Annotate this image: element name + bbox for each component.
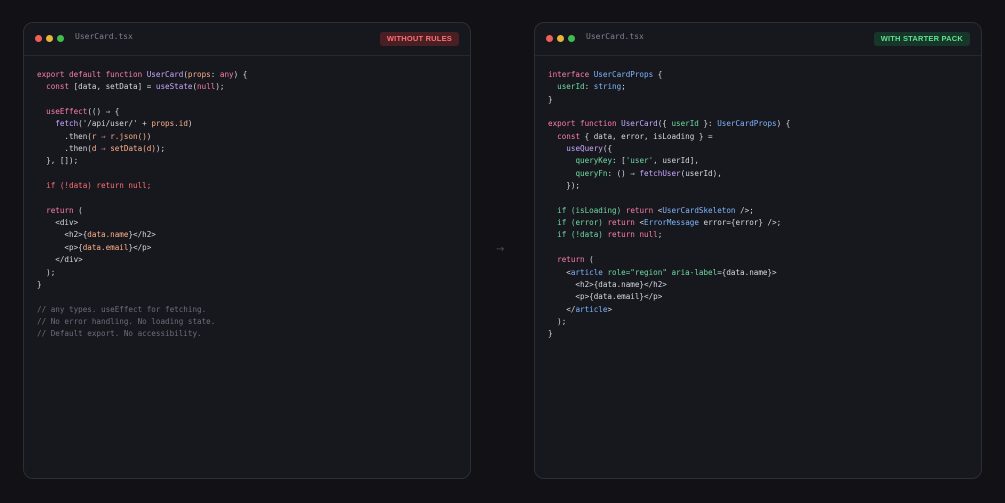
code-line: useQuery({ [566,144,613,154]
code-line: export default function UserCard(props: … [37,70,248,79]
comparison-stage: UserCard.tsx WITHOUT RULES export defaul… [0,0,1005,503]
right-code-block: interface UserCardProps { userId: string… [548,69,973,341]
code-line: </div> [37,255,83,265]
code-comment: // No error handling. No loading state. [37,316,216,326]
code-line: <h2>{data.name}</h2> [37,230,156,240]
minimize-window-icon[interactable] [557,35,564,42]
code-line: queryKey: ['user', userId], [575,156,699,166]
code-line: userId: string; [557,82,626,92]
left-titlebar: UserCard.tsx WITHOUT RULES [24,23,470,56]
with-starter-pack-badge: WITH STARTER PACK [873,32,970,46]
code-line: }); [548,181,581,191]
close-window-icon[interactable] [35,35,42,42]
code-line: queryFn: () ⇒ fetchUser(userId), [575,168,722,178]
code-line: <article role="region" aria-label={data.… [548,267,777,277]
code-line: fetch('/api/user/' + props.id) [55,119,193,129]
code-line: <p>{data.email}</p> [37,242,152,252]
without-rules-badge: WITHOUT RULES [379,32,459,46]
right-filename: UserCard.tsx [586,32,644,41]
maximize-window-icon[interactable] [568,35,575,42]
code-line: if (error) return <ErrorMessage error={e… [557,218,782,228]
code-line: if (isLoading) return <UserCardSkeleton … [557,205,754,215]
close-window-icon[interactable] [546,35,553,42]
code-line: ); [548,316,567,326]
code-line: const { data, error, isLoading } = [557,131,713,141]
left-code-block: export default function UserCard(props: … [37,69,462,341]
code-line: if (!data) return null; [37,181,152,191]
code-line: export function UserCard({ userId }: Use… [548,119,791,129]
code-line: .then(r ⇒ r.json()) [37,131,152,141]
code-line: return ( [46,205,83,215]
code-line: } [548,94,553,104]
maximize-window-icon[interactable] [57,35,64,42]
code-line: <p>{data.email}</p> [548,292,663,302]
code-line: </article> [548,304,613,314]
code-line: useEffect(() ⇒ { [46,107,120,117]
code-line: const [data, setData] = useState(null); [46,82,225,92]
code-line: }, []); [37,156,79,166]
code-line: <h2>{data.name}</h2> [548,279,667,289]
code-line: interface UserCardProps { [548,70,663,79]
right-titlebar: UserCard.tsx WITH STARTER PACK [535,23,981,56]
code-comment: // Default export. No accessibility. [37,329,202,339]
code-line: } [37,279,42,289]
code-line: if (!data) return null; [557,230,663,240]
code-line: } [548,329,553,339]
code-line: ); [37,267,56,277]
code-line: return ( [557,255,594,265]
code-line: <div> [37,218,79,228]
right-code-window: UserCard.tsx WITH STARTER PACK interface… [534,22,982,479]
left-code-window: UserCard.tsx WITHOUT RULES export defaul… [23,22,471,479]
left-filename: UserCard.tsx [75,32,133,41]
arrow-right-icon: → [496,244,505,255]
minimize-window-icon[interactable] [46,35,53,42]
code-line: .then(d ⇒ setData(d)); [37,144,166,154]
code-comment: // any types. useEffect for fetching. [37,304,207,314]
